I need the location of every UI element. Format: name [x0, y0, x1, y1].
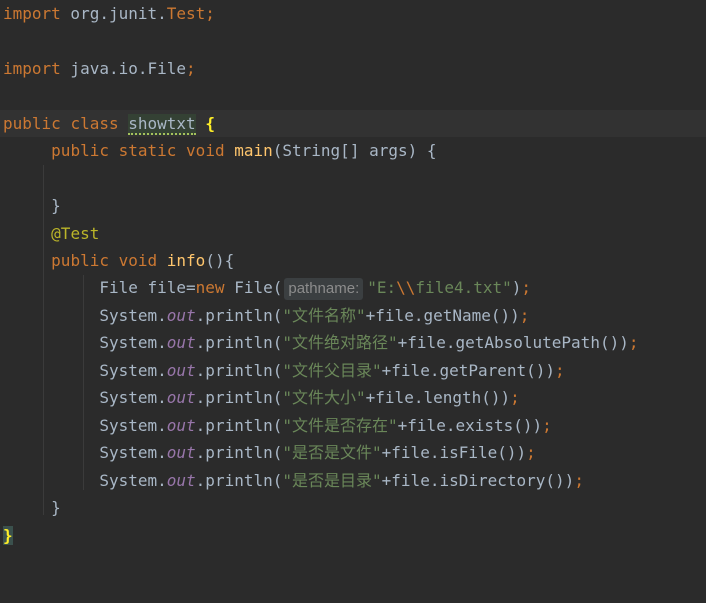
code-text: System.	[99, 333, 167, 352]
string-literal: "文件名称"	[282, 306, 366, 325]
code-text: System.	[99, 388, 167, 407]
code-line-17[interactable]: System.out.println("是否是文件"+file.isFile()…	[0, 439, 706, 466]
code-text: .println(	[195, 361, 283, 380]
method-signature: (){	[205, 251, 235, 270]
static-field: out	[166, 416, 196, 435]
matched-close-brace: }	[3, 526, 13, 545]
keyword: public	[51, 251, 109, 270]
close-brace: }	[51, 498, 61, 517]
keyword: void	[186, 141, 225, 160]
keyword: import	[3, 4, 61, 23]
string-literal: file4.txt"	[415, 278, 512, 297]
semicolon: ;	[521, 278, 532, 297]
code-text: +file.getAbsolutePath())	[397, 333, 629, 352]
static-field: out	[166, 361, 196, 380]
code-text: File(	[224, 278, 283, 297]
code-line-15[interactable]: System.out.println("文件大小"+file.length())…	[0, 384, 706, 411]
static-field: out	[166, 388, 196, 407]
method-signature: (String[] args) {	[272, 141, 437, 160]
keyword: public	[3, 114, 61, 133]
string-literal: "文件父目录"	[282, 361, 382, 380]
string-literal: "E:	[367, 278, 397, 297]
semicolon: ;	[526, 443, 536, 462]
code-text: System.	[99, 443, 167, 462]
code-text: )	[511, 278, 522, 297]
keyword: static	[118, 141, 177, 160]
code-line-13[interactable]: System.out.println("文件绝对路径"+file.getAbso…	[0, 329, 706, 356]
code-text: System.	[99, 471, 167, 490]
code-line-19[interactable]: }	[0, 494, 706, 521]
method-name: main	[234, 141, 273, 160]
code-text: .println(	[195, 416, 283, 435]
code-text: +file.isDirectory())	[381, 471, 575, 490]
semicolon: ;	[542, 416, 552, 435]
code-text: System.	[99, 416, 167, 435]
keyword: public	[51, 141, 109, 160]
keyword: void	[118, 251, 158, 270]
package-path: org.junit.	[60, 4, 167, 23]
close-brace: }	[51, 196, 61, 215]
code-line-18[interactable]: System.out.println("是否是目录"+file.isDirect…	[0, 467, 706, 494]
semicolon: ;	[186, 59, 196, 78]
string-literal: "文件大小"	[282, 388, 366, 407]
code-text: +file.getName())	[365, 306, 520, 325]
code-line-12[interactable]: System.out.println("文件名称"+file.getName()…	[0, 302, 706, 329]
open-brace: {	[205, 114, 215, 133]
code-line-20[interactable]: }	[0, 522, 706, 549]
code-line-9[interactable]: @Test	[0, 220, 706, 247]
code-text: +file.length())	[365, 388, 511, 407]
class-reference: Test	[166, 4, 206, 23]
semicolon: ;	[555, 361, 565, 380]
code-editor[interactable]: import org.junit.Test; import java.io.Fi…	[0, 0, 706, 556]
class-name[interactable]: showtxt	[128, 114, 196, 135]
code-text: +file.exists())	[397, 416, 543, 435]
code-text: +file.isFile())	[381, 443, 527, 462]
code-text: .println(	[195, 388, 283, 407]
escape-sequence: \\	[396, 278, 416, 297]
code-text: File file=	[99, 278, 196, 297]
code-text: .println(	[195, 306, 283, 325]
parameter-hint: pathname:	[284, 278, 364, 300]
code-text: System.	[99, 306, 167, 325]
string-literal: "是否是目录"	[282, 471, 382, 490]
string-literal: "文件绝对路径"	[282, 333, 398, 352]
code-line-16[interactable]: System.out.println("文件是否存在"+file.exists(…	[0, 412, 706, 439]
package-path: java.io.File	[60, 59, 187, 78]
static-field: out	[166, 471, 196, 490]
code-line-10[interactable]: public void info(){	[0, 247, 706, 274]
static-field: out	[166, 306, 196, 325]
semicolon: ;	[205, 4, 215, 23]
code-line-14[interactable]: System.out.println("文件父目录"+file.getParen…	[0, 357, 706, 384]
semicolon: ;	[574, 471, 584, 490]
code-line-5[interactable]: public class showtxt {	[0, 110, 706, 137]
code-text: .println(	[195, 443, 283, 462]
string-literal: "文件是否存在"	[282, 416, 398, 435]
keyword: class	[70, 114, 119, 133]
code-line-3[interactable]: import java.io.File;	[0, 55, 706, 82]
code-line-8[interactable]: }	[0, 192, 706, 219]
code-line-6[interactable]: public static void main(String[] args) {	[0, 137, 706, 164]
code-line-11[interactable]: File file=new File(pathname: "E:\\file4.t…	[0, 274, 706, 301]
code-text: +file.getParent())	[381, 361, 556, 380]
code-text: .println(	[195, 333, 283, 352]
semicolon: ;	[628, 333, 639, 352]
static-field: out	[166, 443, 196, 462]
string-literal: "是否是文件"	[282, 443, 382, 462]
semicolon: ;	[510, 388, 520, 407]
keyword: new	[195, 278, 225, 297]
keyword: import	[3, 59, 61, 78]
static-field: out	[166, 333, 196, 352]
code-line-1[interactable]: import org.junit.Test;	[0, 0, 706, 27]
method-name: info	[166, 251, 206, 270]
semicolon: ;	[519, 306, 530, 325]
code-text: System.	[99, 361, 167, 380]
code-text: .println(	[195, 471, 283, 490]
annotation: @Test	[51, 224, 100, 243]
